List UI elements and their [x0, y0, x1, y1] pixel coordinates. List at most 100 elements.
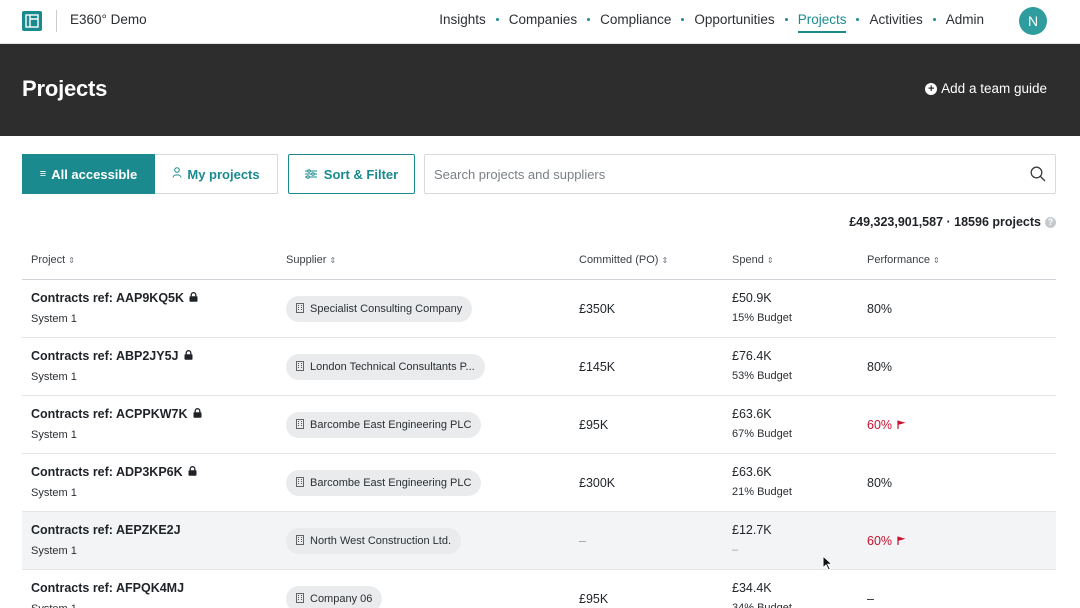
project-name[interactable]: Contracts ref: ABP2JY5J — [31, 349, 193, 363]
project-system: System 1 — [31, 313, 77, 325]
supplier-name: London Technical Consultants P... — [310, 361, 475, 373]
committed-value: £145K — [579, 360, 616, 374]
project-name[interactable]: Contracts ref: AEPZKE2J — [31, 523, 181, 537]
project-name-text: Contracts ref: ABP2JY5J — [31, 349, 179, 363]
sort-caret-icon: ⇕ — [329, 256, 337, 265]
plus-circle-icon: + — [925, 82, 938, 95]
list-icon: ≡ — [39, 168, 47, 180]
supplier-chip[interactable]: London Technical Consultants P... — [286, 354, 485, 380]
project-system: System 1 — [31, 603, 184, 608]
column-header-project[interactable]: Project ⇕ — [31, 254, 75, 266]
logo-divider — [56, 10, 57, 32]
performance-value: 80% — [867, 360, 893, 374]
search-input[interactable] — [434, 155, 1014, 193]
sort-filter-button[interactable]: Sort & Filter — [288, 154, 415, 194]
performance-cell: 80% — [867, 360, 892, 374]
project-name[interactable]: Contracts ref: AFPQK4MJ — [31, 581, 184, 595]
user-avatar[interactable]: N — [1019, 7, 1047, 35]
project-cell: Contracts ref: AEPZKE2J System 1 — [31, 523, 181, 557]
table-row[interactable]: Contracts ref: AFPQK4MJ System 1 Company 0… — [22, 570, 1056, 608]
supplier-chip[interactable]: Barcombe East Engineering PLC — [286, 412, 482, 438]
spend-cell: £34.4K 34% Budget — [732, 581, 792, 608]
performance-value: 80% — [867, 476, 893, 490]
search-box — [424, 154, 1056, 194]
page-header: Projects + Add a team guide — [0, 44, 1080, 136]
spend-budget: 21% Budget — [732, 486, 792, 498]
column-header-supplier[interactable]: Supplier ⇕ — [286, 254, 336, 266]
nav-insights[interactable]: Insights — [439, 12, 486, 27]
my-projects-label: My projects — [187, 166, 260, 182]
project-name-text: Contracts ref: AEPZKE2J — [31, 523, 181, 537]
all-accessible-button[interactable]: ≡ All accessible — [22, 154, 155, 194]
project-system: System 1 — [31, 487, 77, 499]
project-system: System 1 — [31, 429, 77, 441]
column-header-spend[interactable]: Spend ⇕ — [732, 254, 774, 266]
nav-compliance[interactable]: Compliance — [600, 12, 671, 27]
project-system: System 1 — [31, 371, 77, 383]
mouse-cursor-icon — [822, 555, 834, 571]
project-system: System 1 — [31, 545, 77, 557]
column-header-committed[interactable]: Committed (PO) ⇕ — [579, 254, 668, 266]
project-name[interactable]: Contracts ref: ACPPKW7K — [31, 407, 202, 421]
nav-activities[interactable]: Activities — [869, 12, 922, 27]
add-team-guide-button[interactable]: + Add a team guide — [925, 81, 1047, 96]
spend-cell: £50.9K 15% Budget — [732, 291, 792, 324]
column-label: Supplier — [286, 254, 327, 266]
building-icon — [296, 534, 304, 548]
spend-cell: £63.6K 67% Budget — [732, 407, 792, 440]
table-row[interactable]: Contracts ref: ABP2JY5J System 1 London Te… — [22, 338, 1056, 396]
page-title: Projects — [22, 76, 108, 101]
supplier-name: Specialist Consulting Company — [310, 303, 463, 315]
add-team-guide-label: Add a team guide — [941, 81, 1047, 96]
search-icon[interactable] — [1030, 166, 1046, 182]
supplier-chip[interactable]: North West Construction Ltd. — [286, 528, 462, 554]
nav-separator — [784, 18, 788, 21]
building-icon — [296, 592, 304, 606]
performance-value: 80% — [867, 302, 893, 316]
project-name[interactable]: Contracts ref: ADP3KP6K — [31, 465, 197, 479]
project-name-text: Contracts ref: ADP3KP6K — [31, 465, 183, 479]
project-name[interactable]: Contracts ref: AAP9KQ5K — [31, 291, 198, 305]
performance-cell: – — [867, 592, 874, 606]
performance-value: – — [867, 592, 874, 606]
nav-separator — [495, 18, 499, 21]
info-icon[interactable]: ? — [1045, 216, 1056, 228]
project-cell: Contracts ref: ACPPKW7K System 1 — [31, 407, 202, 441]
sort-filter-label: Sort & Filter — [323, 166, 399, 182]
supplier-chip[interactable]: Specialist Consulting Company — [286, 296, 473, 322]
performance-value: 60% — [867, 534, 893, 548]
committed-value: £95K — [579, 418, 609, 432]
column-header-performance[interactable]: Performance ⇕ — [867, 254, 940, 266]
table-row[interactable]: Contracts ref: AAP9KQ5K System 1 Specialis… — [22, 280, 1056, 338]
lock-icon — [188, 465, 197, 479]
sort-caret-icon: ⇕ — [68, 256, 75, 265]
committed-value: – — [579, 534, 586, 548]
table-row[interactable]: Contracts ref: ACPPKW7K System 1 Barcombe … — [22, 396, 1056, 454]
spend-amount: £12.7K — [732, 523, 772, 537]
nav-companies[interactable]: Companies — [509, 12, 577, 27]
project-cell: Contracts ref: ABP2JY5J System 1 — [31, 349, 193, 383]
lock-icon — [189, 291, 198, 305]
supplier-name: Barcombe East Engineering PLC — [310, 419, 472, 431]
spend-amount: £63.6K — [732, 465, 772, 479]
spend-amount: £63.6K — [732, 407, 772, 421]
projects-total: £49,323,901,587 · 18596 projects — [849, 215, 1041, 229]
building-icon — [296, 360, 304, 374]
building-icon — [296, 302, 304, 316]
nav-admin[interactable]: Admin — [946, 12, 984, 27]
nav-projects[interactable]: Projects — [797, 12, 846, 33]
committed-value: £95K — [579, 592, 609, 606]
table-row[interactable]: Contracts ref: AEPZKE2J System 1 North Wes… — [22, 512, 1056, 570]
sort-caret-icon: ⇕ — [932, 256, 940, 265]
supplier-chip[interactable]: Company 06 — [286, 586, 383, 608]
column-label: Spend — [732, 254, 764, 266]
performance-value: 60% — [867, 418, 893, 432]
my-projects-button[interactable]: My projects — [155, 154, 278, 194]
e360-logo-icon[interactable] — [22, 11, 42, 31]
supplier-chip[interactable]: Barcombe East Engineering PLC — [286, 470, 482, 496]
table-row[interactable]: Contracts ref: ADP3KP6K System 1 Barcombe … — [22, 454, 1056, 512]
nav-opportunities[interactable]: Opportunities — [694, 12, 774, 27]
nav-separator — [856, 18, 860, 21]
sort-caret-icon: ⇕ — [661, 256, 669, 265]
flag-icon — [897, 534, 906, 548]
